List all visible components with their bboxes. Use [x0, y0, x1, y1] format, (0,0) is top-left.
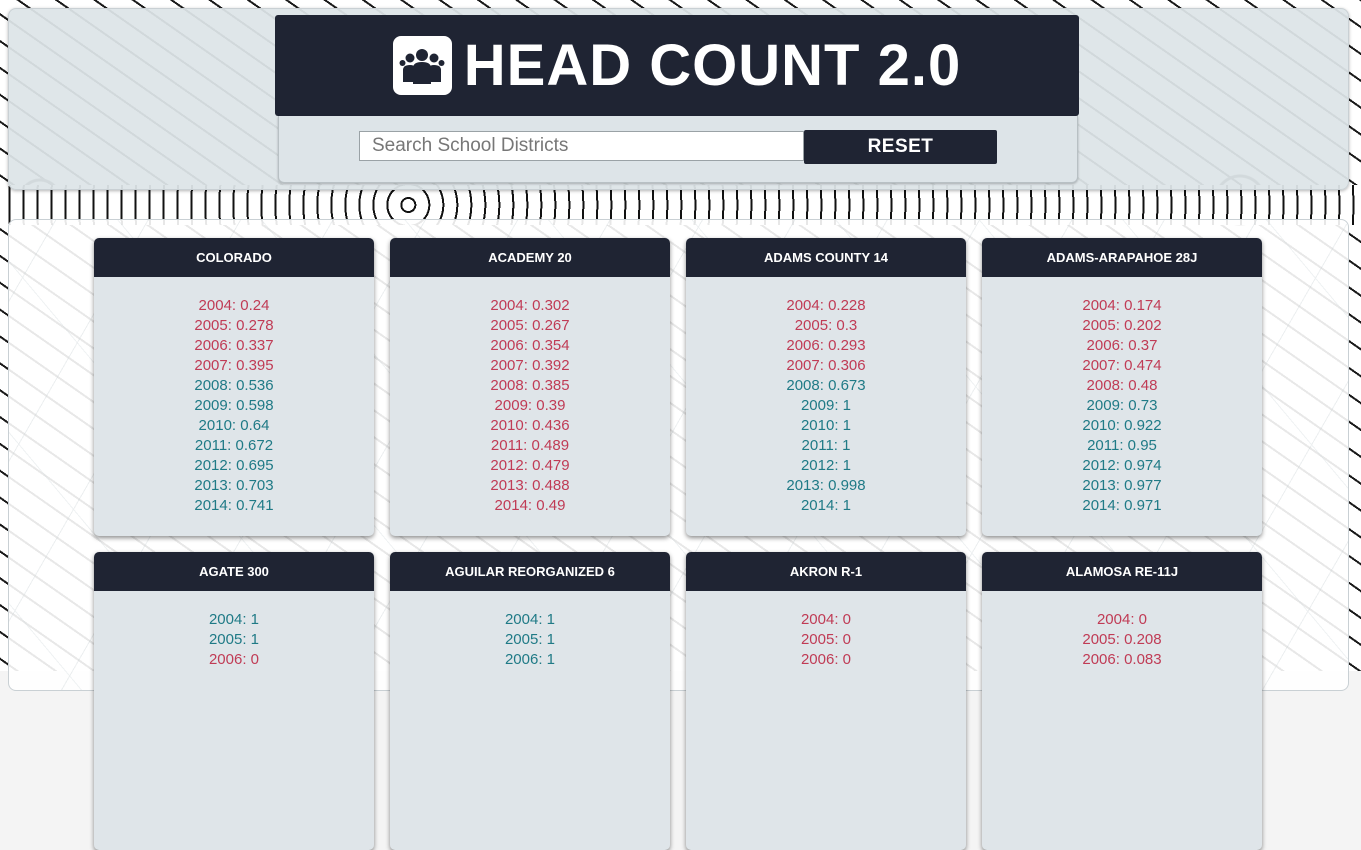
year-value: 2014: 0.971 [1082, 497, 1162, 514]
year-value: 2012: 0.974 [1082, 457, 1162, 474]
year-list: 2004: 0.302 2005: 0.267 2006: 0.354 2007: 0… [390, 277, 670, 516]
district-card-grid: COLORADO 2004: 0.24 2005: 0.278 2006: 0.337… [94, 238, 1262, 850]
year-value: 2010: 0.922 [1082, 417, 1162, 434]
year-value: 2010: 0.64 [198, 417, 270, 434]
app-title: HEAD COUNT 2.0 [463, 33, 962, 98]
district-card[interactable]: AGUILAR REORGANIZED 6 2004: 1 2005: 1 2006:… [390, 552, 670, 850]
year-value: 2007: 0.395 [194, 357, 274, 374]
year-value: 2004: 0 [1096, 611, 1148, 628]
year-value: 2012: 0.695 [194, 457, 274, 474]
year-value: 2005: 0.208 [1082, 631, 1162, 648]
district-card[interactable]: ADAMS-ARAPAHOE 28J 2004: 0.174 2005: 0.202… [982, 238, 1262, 536]
district-card[interactable]: ADAMS COUNTY 14 2004: 0.228 2005: 0.3 2006:… [686, 238, 966, 536]
year-value: 2009: 1 [800, 397, 852, 414]
year-value: 2005: 0.267 [490, 317, 570, 334]
year-value: 2009: 0.39 [494, 397, 566, 414]
year-value: 2006: 0.083 [1082, 651, 1162, 668]
district-card[interactable]: ACADEMY 20 2004: 0.302 2005: 0.267 2006: 0.… [390, 238, 670, 536]
district-name: AGUILAR REORGANIZED 6 [390, 552, 670, 591]
year-value: 2004: 1 [208, 611, 260, 628]
year-value: 2008: 0.385 [490, 377, 570, 394]
year-value: 2013: 0.703 [194, 477, 274, 494]
year-list: 2004: 0 2005: 0.208 2006: 0.083 [982, 591, 1262, 670]
year-value: 2013: 0.488 [490, 477, 570, 494]
year-list: 2004: 0.228 2005: 0.3 2006: 0.293 2007: 0.3… [686, 277, 966, 516]
district-card[interactable]: AGATE 300 2004: 1 2005: 1 2006: 0 [94, 552, 374, 850]
year-list: 2004: 0.24 2005: 0.278 2006: 0.337 2007: 0.… [94, 277, 374, 516]
year-value: 2004: 0.174 [1082, 297, 1162, 314]
year-value: 2011: 1 [801, 437, 851, 454]
year-value: 2012: 1 [800, 457, 852, 474]
year-value: 2012: 0.479 [490, 457, 570, 474]
year-value: 2011: 0.489 [490, 437, 570, 454]
year-value: 2006: 0 [800, 651, 852, 668]
year-value: 2006: 0.337 [194, 337, 274, 354]
year-value: 2005: 1 [208, 631, 260, 648]
district-card[interactable]: AKRON R-1 2004: 0 2005: 0 2006: 0 [686, 552, 966, 850]
year-value: 2007: 0.306 [786, 357, 866, 374]
search-input[interactable] [359, 131, 804, 161]
app-header: HEAD COUNT 2.0 [275, 15, 1079, 116]
year-value: 2011: 0.95 [1087, 437, 1157, 454]
district-name: ALAMOSA RE-11J [982, 552, 1262, 591]
year-value: 2004: 0 [800, 611, 852, 628]
year-value: 2014: 0.49 [494, 497, 566, 514]
year-value: 2007: 0.392 [490, 357, 570, 374]
year-value: 2011: 0.672 [194, 437, 274, 454]
year-value: 2005: 0.278 [194, 317, 274, 334]
year-value: 2006: 0.37 [1086, 337, 1158, 354]
search-bar: RESET [278, 116, 1078, 183]
districts-panel: COLORADO 2004: 0.24 2005: 0.278 2006: 0.337… [8, 219, 1349, 850]
year-value: 2008: 0.536 [194, 377, 274, 394]
district-name: COLORADO [94, 238, 374, 277]
year-list: 2004: 0 2005: 0 2006: 0 [686, 591, 966, 670]
year-value: 2013: 0.998 [786, 477, 866, 494]
year-value: 2008: 0.48 [1086, 377, 1158, 394]
year-value: 2006: 1 [504, 651, 556, 668]
year-value: 2004: 0.24 [198, 297, 270, 314]
year-list: 2004: 1 2005: 1 2006: 0 [94, 591, 374, 670]
district-name: ADAMS-ARAPAHOE 28J [982, 238, 1262, 277]
year-value: 2008: 0.673 [786, 377, 866, 394]
year-value: 2005: 0.202 [1082, 317, 1162, 334]
year-value: 2014: 1 [800, 497, 852, 514]
year-value: 2004: 0.302 [490, 297, 570, 314]
year-value: 2006: 0.354 [490, 337, 570, 354]
district-name: AKRON R-1 [686, 552, 966, 591]
reset-button[interactable]: RESET [804, 130, 997, 164]
year-value: 2009: 0.73 [1086, 397, 1158, 414]
year-value: 2007: 0.474 [1082, 357, 1162, 374]
year-value: 2004: 0.228 [786, 297, 866, 314]
district-name: ACADEMY 20 [390, 238, 670, 277]
district-card[interactable]: ALAMOSA RE-11J 2004: 0 2005: 0.208 2006: 0.… [982, 552, 1262, 850]
year-value: 2010: 0.436 [490, 417, 570, 434]
year-value: 2006: 0.293 [786, 337, 866, 354]
year-value: 2014: 0.741 [194, 497, 274, 514]
year-value: 2013: 0.977 [1082, 477, 1162, 494]
year-list: 2004: 1 2005: 1 2006: 1 [390, 591, 670, 670]
people-group-icon [392, 36, 452, 95]
year-list: 2004: 0.174 2005: 0.202 2006: 0.37 2007: 0.… [982, 277, 1262, 516]
district-name: ADAMS COUNTY 14 [686, 238, 966, 277]
year-value: 2010: 1 [800, 417, 852, 434]
year-value: 2004: 1 [504, 611, 556, 628]
year-value: 2009: 0.598 [194, 397, 274, 414]
year-value: 2005: 0 [800, 631, 852, 648]
year-value: 2006: 0 [208, 651, 260, 668]
district-name: AGATE 300 [94, 552, 374, 591]
district-card[interactable]: COLORADO 2004: 0.24 2005: 0.278 2006: 0.337… [94, 238, 374, 536]
year-value: 2005: 1 [504, 631, 556, 648]
year-value: 2005: 0.3 [794, 317, 858, 334]
